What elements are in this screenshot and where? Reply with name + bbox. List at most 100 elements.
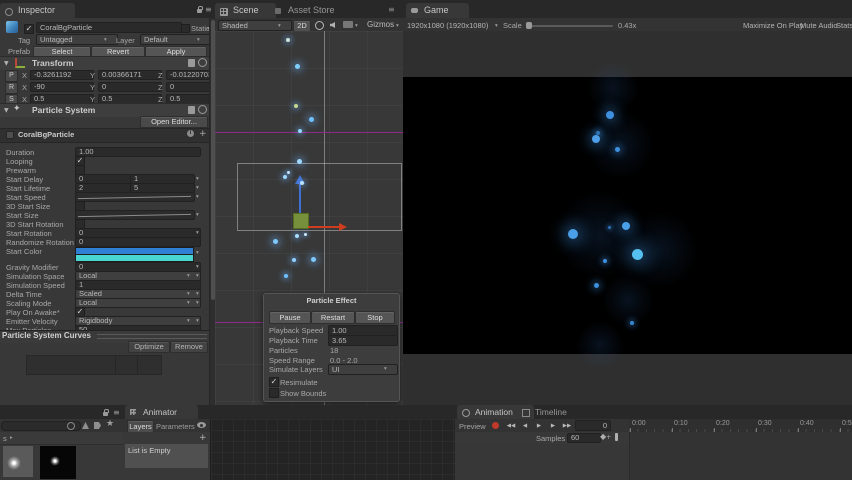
transform-P-z-field[interactable]: -0.01220703 [166,70,215,80]
pe-row-label: Playback Time [269,336,318,345]
pe-checkbox[interactable]: ✓ [269,377,279,387]
timeline-ruler[interactable]: 0:000:100:200:300:400:5 [629,419,852,433]
transform-R-y-field[interactable]: 0 [98,82,162,92]
transform-preset-icon[interactable] [188,59,195,67]
module-info-icon[interactable]: i [187,130,194,137]
game-viewport[interactable] [403,31,852,405]
animator-graph-area[interactable] [210,419,456,480]
gizmo-x-arrow-icon[interactable] [339,223,347,231]
game-stats-button[interactable]: Stats [836,21,852,30]
transform-P-x-field[interactable]: -0.3261192 [30,70,94,80]
pe-value-field[interactable]: 3.65 [328,335,398,346]
tag-label: Tag [18,36,30,45]
inspector-menu-icon[interactable]: ≡ [205,5,212,14]
prev-frame-button[interactable]: ◀ [519,421,531,431]
property-field[interactable]: 1.00 [75,147,201,157]
breadcrumb[interactable]: s [3,434,7,443]
property-dropdown[interactable]: Local [75,298,201,308]
samples-field[interactable]: 60 [567,433,601,443]
tab-game[interactable]: Game [406,3,469,18]
tab-timeline[interactable]: Timeline [517,405,588,419]
start-color-bar-2[interactable] [75,254,194,262]
transform-R-z-field[interactable]: 0 [166,82,215,92]
property-curve-preview[interactable] [75,192,195,202]
add-layer-plus-icon[interactable]: + [199,433,207,443]
transform-key-R[interactable]: R [5,82,18,94]
gizmo-y-shaft[interactable] [299,184,301,213]
tab-game-label: Game [424,5,449,15]
tab-asset-store[interactable]: Asset Store [270,3,355,18]
add-event-icon[interactable] [615,433,618,441]
scene-menu-icon[interactable]: ≡ [388,5,395,14]
optimize-label: Optimize [134,342,164,351]
ruler-label: 0:00 [632,420,646,427]
game-particle [615,147,620,152]
search-clear-icon[interactable] [67,422,75,430]
pe-value-text: 18 [330,346,338,355]
scene-particle [294,104,298,108]
property-field[interactable]: 0 [75,237,201,247]
game-maximize-on-play-button[interactable]: Maximize On Play [743,21,803,30]
name-field[interactable]: CoralBgParticle [36,22,182,33]
breadcrumb-text: s [3,434,7,443]
asset-thumbnail-selected[interactable] [3,446,33,477]
scene-viewport[interactable]: Particle Effect PauseRestartStop Playbac… [215,31,403,405]
property-label: Looping [6,157,33,166]
gizmos-dropdown[interactable]: Gizmos [367,20,394,30]
scene-particle [297,159,302,164]
particle-system-fold-icon[interactable]: ▼ [4,107,9,114]
scale-slider-track[interactable] [527,25,613,27]
remove-label: Remove [175,342,203,351]
scene-effects-icon[interactable] [343,21,353,28]
game-mute-audio-button[interactable]: Mute Audio [800,21,838,30]
tab-scene[interactable]: Scene [215,3,276,18]
add-keyframe-icon[interactable]: ◆+ [600,432,611,441]
transform-key-P[interactable]: P [5,70,18,82]
optimize-button[interactable]: Optimize [128,341,170,353]
play-button[interactable]: ▶ [533,421,545,431]
curves-preset-box[interactable] [26,355,162,375]
dopesheet-right[interactable] [629,432,852,480]
transform-R-x-field[interactable]: -90 [30,82,94,92]
transform-gear-icon[interactable] [198,58,207,67]
gizmo-center-handle[interactable] [293,213,309,229]
animation-panel: Animation Timeline Preview ◀◀◀▶▶▶▶ 0 0:0… [455,405,852,480]
preview-button[interactable]: Preview [459,422,486,431]
transform-fold-icon[interactable]: ▼ [4,60,9,67]
scene-light-icon[interactable] [315,21,324,30]
particle-system-gear-icon[interactable] [198,105,207,114]
layer-dropdown[interactable]: Default [140,34,211,45]
gizmo-x-shaft[interactable] [308,226,339,228]
pe-dropdown[interactable]: UI [328,364,398,375]
next-frame-button[interactable]: ▶ [547,421,559,431]
scale-slider-knob[interactable] [526,22,532,29]
transform-P-y-field[interactable]: 0.00366171 [98,70,162,80]
module-plus-icon[interactable]: + [199,129,207,139]
property-label: Simulation Speed [6,281,65,290]
last-frame-button[interactable]: ▶▶ [561,421,573,431]
static-checkbox[interactable] [181,24,190,33]
active-checkbox[interactable]: ✓ [24,24,34,34]
first-frame-button[interactable]: ◀◀ [505,421,517,431]
project-menu-icon[interactable]: ≡ [113,408,120,417]
particle-effect-stop-button[interactable]: Stop [355,311,395,324]
favorites-star-icon[interactable]: ★ [106,419,114,429]
aspect-dropdown[interactable]: 1920x1080 (1920x1080) [407,21,488,30]
property-curve-preview[interactable] [75,210,195,220]
particle-effect-restart-button[interactable]: Restart [311,311,355,324]
tab-inspector[interactable]: Inspector [0,3,75,18]
particle-effect-pause-button[interactable]: Pause [269,311,311,324]
tab-animator[interactable]: Animator [125,405,198,419]
record-button[interactable] [492,422,499,429]
particle-system-preset-icon[interactable] [188,106,195,114]
remove-button[interactable]: Remove [170,341,208,353]
frame-field[interactable]: 0 [575,420,611,431]
open-editor-button[interactable]: Open Editor... [140,116,208,128]
game-particle [594,283,599,288]
tab-parameters[interactable]: Parameters [156,422,195,431]
eye-icon[interactable] [197,422,206,428]
asset-thumbnail[interactable] [40,446,76,479]
2d-label: 2D [297,21,307,30]
pe-row-label: Particles [269,346,298,355]
pe-checkbox[interactable] [269,388,279,398]
